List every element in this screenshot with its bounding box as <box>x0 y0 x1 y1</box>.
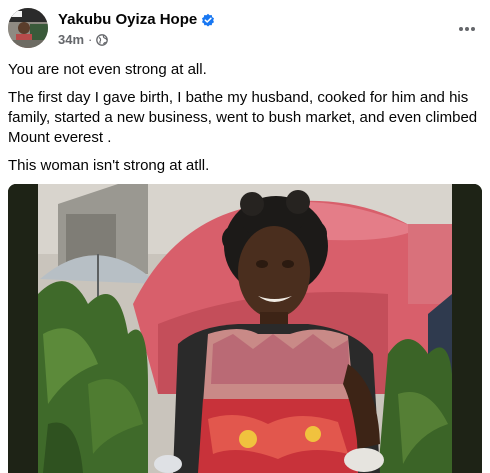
avatar-photo-icon <box>8 8 48 48</box>
meta-separator: · <box>88 32 93 47</box>
globe-icon[interactable] <box>96 33 109 46</box>
post-header: Yakubu Oyiza Hope 34m · <box>8 6 482 52</box>
author-line: Yakubu Oyiza Hope <box>58 11 215 28</box>
post-paragraph: The first day I gave birth, I bathe my h… <box>8 89 478 146</box>
post-paragraph: You are not even strong at all. <box>8 61 207 78</box>
author-avatar[interactable] <box>8 8 48 48</box>
verified-badge-icon <box>201 13 215 27</box>
post-text: You are not even strong at all. The firs… <box>8 60 482 184</box>
more-horizontal-icon <box>458 19 476 37</box>
post-photo[interactable] <box>8 184 482 473</box>
author-name[interactable]: Yakubu Oyiza Hope <box>58 11 197 28</box>
more-options-button[interactable] <box>452 14 482 42</box>
feed-post: Yakubu Oyiza Hope 34m · You are not even… <box>0 0 490 473</box>
post-photo-image <box>8 184 482 473</box>
post-meta: 34m · <box>58 32 109 47</box>
post-paragraph: This woman isn't strong at atll. <box>8 157 210 174</box>
post-timestamp[interactable]: 34m <box>58 32 84 47</box>
